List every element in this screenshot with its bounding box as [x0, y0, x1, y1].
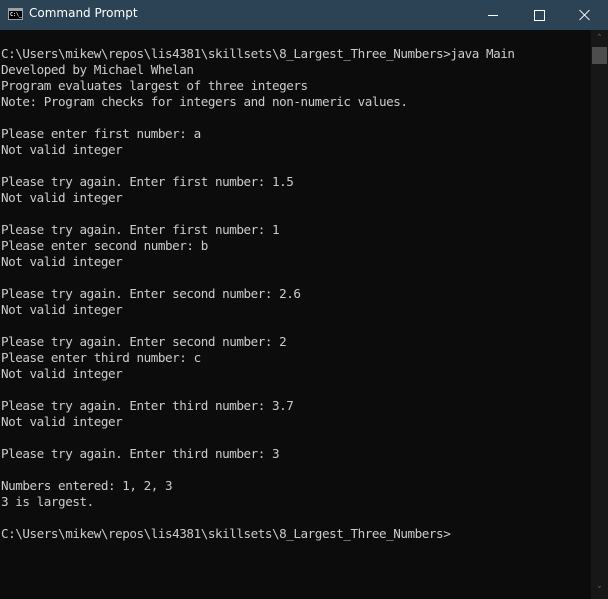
console-line: Not valid integer [1, 190, 123, 205]
console-line: Please try again. Enter third number: 3.… [1, 398, 294, 413]
minimize-button[interactable] [470, 0, 516, 30]
console-line: Program evaluates largest of three integ… [1, 78, 308, 93]
console-line: Please enter second number: b [1, 238, 208, 253]
console-line: Developed by Michael Whelan [1, 62, 194, 77]
console-line: Please enter third number: c [1, 350, 201, 365]
close-button[interactable] [562, 0, 608, 30]
maximize-icon [533, 9, 545, 21]
console-output[interactable]: C:\Users\mikew\repos\lis4381\skillsets\8… [0, 30, 591, 599]
console-line: Not valid integer [1, 366, 123, 381]
console-line: Please try again. Enter first number: 1 [1, 222, 280, 237]
close-icon [579, 9, 591, 21]
window-title: Command Prompt [29, 6, 138, 20]
console-line: Please try again. Enter first number: 1.… [1, 174, 294, 189]
vertical-scrollbar[interactable]: ˄ ˅ [591, 30, 608, 599]
console-line: Please enter first number: a [1, 126, 201, 141]
console-line: Not valid integer [1, 302, 123, 317]
console-line: Note: Program checks for integers and no… [1, 94, 408, 109]
scrollbar-thumb[interactable] [592, 47, 607, 64]
scroll-down-icon[interactable]: ˅ [591, 582, 608, 599]
title-bar[interactable]: C:\_ Command Prompt [0, 0, 608, 30]
console-line: C:\Users\mikew\repos\lis4381\skillsets\8… [1, 46, 515, 61]
console-line: Not valid integer [1, 254, 123, 269]
console-lines: C:\Users\mikew\repos\lis4381\skillsets\8… [1, 46, 515, 542]
console-line: 3 is largest. [1, 494, 94, 509]
console-line: Please try again. Enter third number: 3 [1, 446, 280, 461]
console-line: Not valid integer [1, 142, 123, 157]
console-line: Please try again. Enter second number: 2 [1, 334, 287, 349]
console-line: Please try again. Enter second number: 2… [1, 286, 301, 301]
console-line: Not valid integer [1, 414, 123, 429]
console-line: C:\Users\mikew\repos\lis4381\skillsets\8… [1, 526, 451, 541]
cmd-icon: C:\_ [8, 8, 23, 20]
scroll-up-icon[interactable]: ˄ [591, 30, 608, 47]
console-line: Numbers entered: 1, 2, 3 [1, 478, 173, 493]
minimize-icon [488, 14, 498, 16]
maximize-button[interactable] [516, 0, 562, 30]
